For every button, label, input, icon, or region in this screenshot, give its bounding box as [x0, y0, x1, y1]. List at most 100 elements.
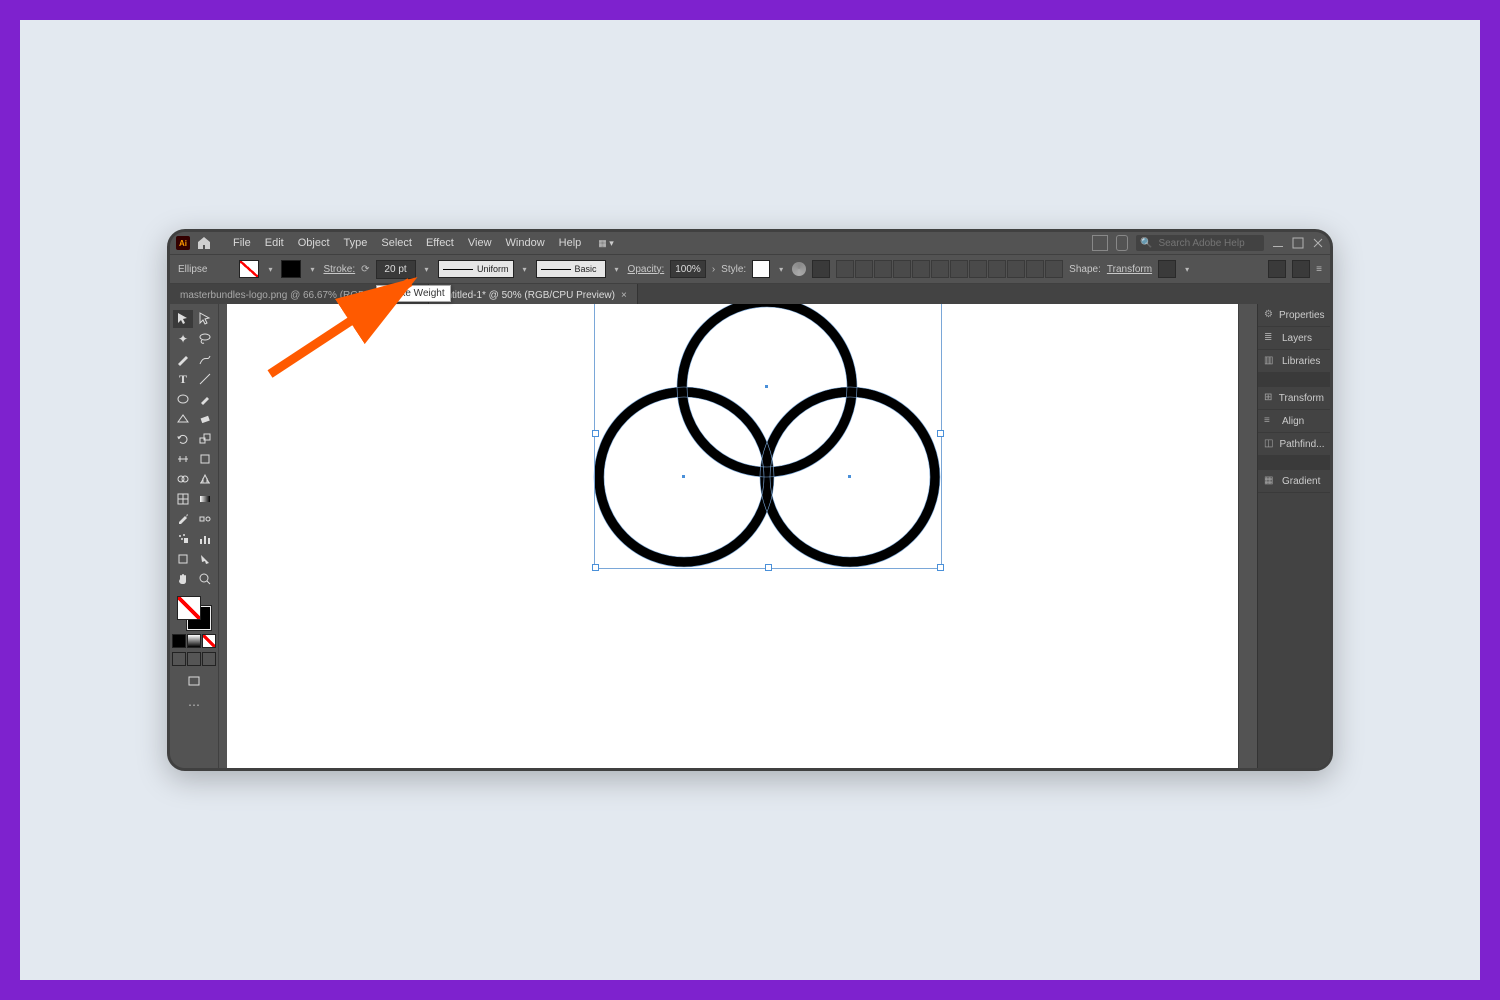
screen-mode-icon[interactable] — [184, 672, 204, 690]
color-mode-solid[interactable] — [172, 634, 186, 648]
bbox-handle-w[interactable] — [592, 430, 599, 437]
tab-doc-2[interactable]: Untitled-1* @ 50% (RGB/CPU Preview) × — [429, 284, 638, 306]
selection-bbox[interactable] — [594, 304, 942, 569]
align-key-icon[interactable] — [1026, 260, 1044, 278]
eyedropper-tool-icon[interactable] — [173, 510, 193, 528]
hand-tool-icon[interactable] — [173, 570, 193, 588]
shape-label[interactable]: Shape: — [1069, 264, 1101, 275]
bbox-handle-s[interactable] — [765, 564, 772, 571]
transform-dd-icon[interactable]: ▾ — [1182, 264, 1192, 274]
transform-label[interactable]: Transform — [1107, 264, 1152, 275]
selection-tool-icon[interactable] — [173, 310, 193, 328]
panel-align[interactable]: ≡Align — [1258, 410, 1330, 433]
transform-icon[interactable] — [1158, 260, 1176, 278]
free-transform-tool-icon[interactable] — [195, 450, 215, 468]
fill-swatch[interactable] — [239, 260, 259, 278]
panel-properties[interactable]: ⚙Properties — [1258, 304, 1330, 327]
curvature-tool-icon[interactable] — [195, 350, 215, 368]
menu-type[interactable]: Type — [337, 237, 375, 249]
menu-view[interactable]: View — [461, 237, 499, 249]
gpu-icon[interactable] — [1116, 235, 1128, 251]
edit-toolbar-icon[interactable]: ⋯ — [188, 698, 200, 712]
perspective-grid-tool-icon[interactable] — [195, 470, 215, 488]
workspace-switcher-icon[interactable]: ▦ ▾ — [598, 238, 614, 249]
lasso-tool-icon[interactable] — [195, 330, 215, 348]
chevron-right-icon[interactable]: › — [712, 264, 715, 275]
close-icon[interactable] — [1312, 237, 1324, 249]
draw-normal-icon[interactable] — [172, 652, 186, 666]
arrange-docs-icon[interactable] — [1092, 235, 1108, 251]
fill-dropdown-icon[interactable]: ▾ — [265, 264, 275, 274]
align-left-icon[interactable] — [836, 260, 854, 278]
scale-tool-icon[interactable] — [195, 430, 215, 448]
gradient-tool-icon[interactable] — [195, 490, 215, 508]
distrib-space-v-icon[interactable] — [1007, 260, 1025, 278]
align-bottom-icon[interactable] — [931, 260, 949, 278]
align-top-icon[interactable] — [893, 260, 911, 278]
brush-dd-icon[interactable]: ▾ — [612, 264, 622, 274]
minimize-icon[interactable] — [1272, 237, 1284, 249]
bbox-handle-sw[interactable] — [592, 564, 599, 571]
menu-object[interactable]: Object — [291, 237, 337, 249]
maximize-icon[interactable] — [1292, 237, 1304, 249]
rotate-tool-icon[interactable] — [173, 430, 193, 448]
zoom-tool-icon[interactable] — [195, 570, 215, 588]
width-tool-icon[interactable] — [173, 450, 193, 468]
symbol-sprayer-tool-icon[interactable] — [173, 530, 193, 548]
line-tool-icon[interactable] — [195, 370, 215, 388]
stroke-dropdown-icon[interactable]: ▾ — [307, 264, 317, 274]
blend-tool-icon[interactable] — [195, 510, 215, 528]
shaper-tool-icon[interactable] — [173, 410, 193, 428]
align-artboard-icon[interactable] — [1045, 260, 1063, 278]
stroke-label[interactable]: Stroke: — [323, 264, 355, 275]
shape-builder-tool-icon[interactable] — [173, 470, 193, 488]
stroke-weight-dropdown-icon[interactable]: ▾ — [422, 264, 432, 274]
menu-file[interactable]: File — [226, 237, 258, 249]
vertical-scroll-gutter[interactable] — [1238, 304, 1257, 768]
bbox-handle-e[interactable] — [937, 430, 944, 437]
menu-window[interactable]: Window — [499, 237, 552, 249]
profile-dd-icon[interactable]: ▾ — [520, 264, 530, 274]
tab-close-icon[interactable]: × — [621, 290, 627, 301]
opacity-value[interactable]: 100% — [670, 260, 706, 278]
draw-inside-icon[interactable] — [202, 652, 216, 666]
eraser-tool-icon[interactable] — [195, 410, 215, 428]
menu-effect[interactable]: Effect — [419, 237, 461, 249]
brush-combo[interactable]: Basic — [536, 260, 606, 278]
recolor-icon[interactable] — [792, 262, 806, 276]
menu-help[interactable]: Help — [552, 237, 589, 249]
align-hcenter-icon[interactable] — [855, 260, 873, 278]
slice-tool-icon[interactable] — [195, 550, 215, 568]
type-tool-icon[interactable]: T — [173, 370, 193, 388]
distrib-v-icon[interactable] — [969, 260, 987, 278]
panel-menu-icon[interactable]: ≡ — [1316, 264, 1322, 275]
bbox-handle-se[interactable] — [937, 564, 944, 571]
panel-gradient[interactable]: ▦Gradient — [1258, 470, 1330, 493]
align-right-icon[interactable] — [874, 260, 892, 278]
search-input[interactable] — [1156, 237, 1260, 250]
align-vcenter-icon[interactable] — [912, 260, 930, 278]
color-mode-gradient[interactable] — [187, 634, 201, 648]
home-icon[interactable] — [196, 235, 212, 251]
panel-layers[interactable]: ≣Layers — [1258, 327, 1330, 350]
style-dd-icon[interactable]: ▾ — [776, 264, 786, 274]
panel-libraries[interactable]: ▥Libraries — [1258, 350, 1330, 373]
panel-pathfinder[interactable]: ◫Pathfind... — [1258, 433, 1330, 456]
search-field[interactable]: 🔍 — [1136, 235, 1264, 251]
isolate-icon[interactable] — [1268, 260, 1286, 278]
distrib-space-h-icon[interactable] — [988, 260, 1006, 278]
linked-icon[interactable]: ⟳ — [361, 264, 369, 275]
prefs-icon[interactable] — [1292, 260, 1310, 278]
mesh-tool-icon[interactable] — [173, 490, 193, 508]
draw-behind-icon[interactable] — [187, 652, 201, 666]
artboard-tool-icon[interactable] — [173, 550, 193, 568]
fill-indicator[interactable] — [177, 596, 201, 620]
fill-stroke-indicator[interactable] — [177, 596, 211, 630]
ellipse-tool-icon[interactable] — [173, 390, 193, 408]
panel-transform[interactable]: ⊞Transform — [1258, 387, 1330, 410]
pen-tool-icon[interactable] — [173, 350, 193, 368]
distrib-h-icon[interactable] — [950, 260, 968, 278]
color-mode-none[interactable] — [202, 634, 216, 648]
menu-edit[interactable]: Edit — [258, 237, 291, 249]
column-graph-tool-icon[interactable] — [195, 530, 215, 548]
